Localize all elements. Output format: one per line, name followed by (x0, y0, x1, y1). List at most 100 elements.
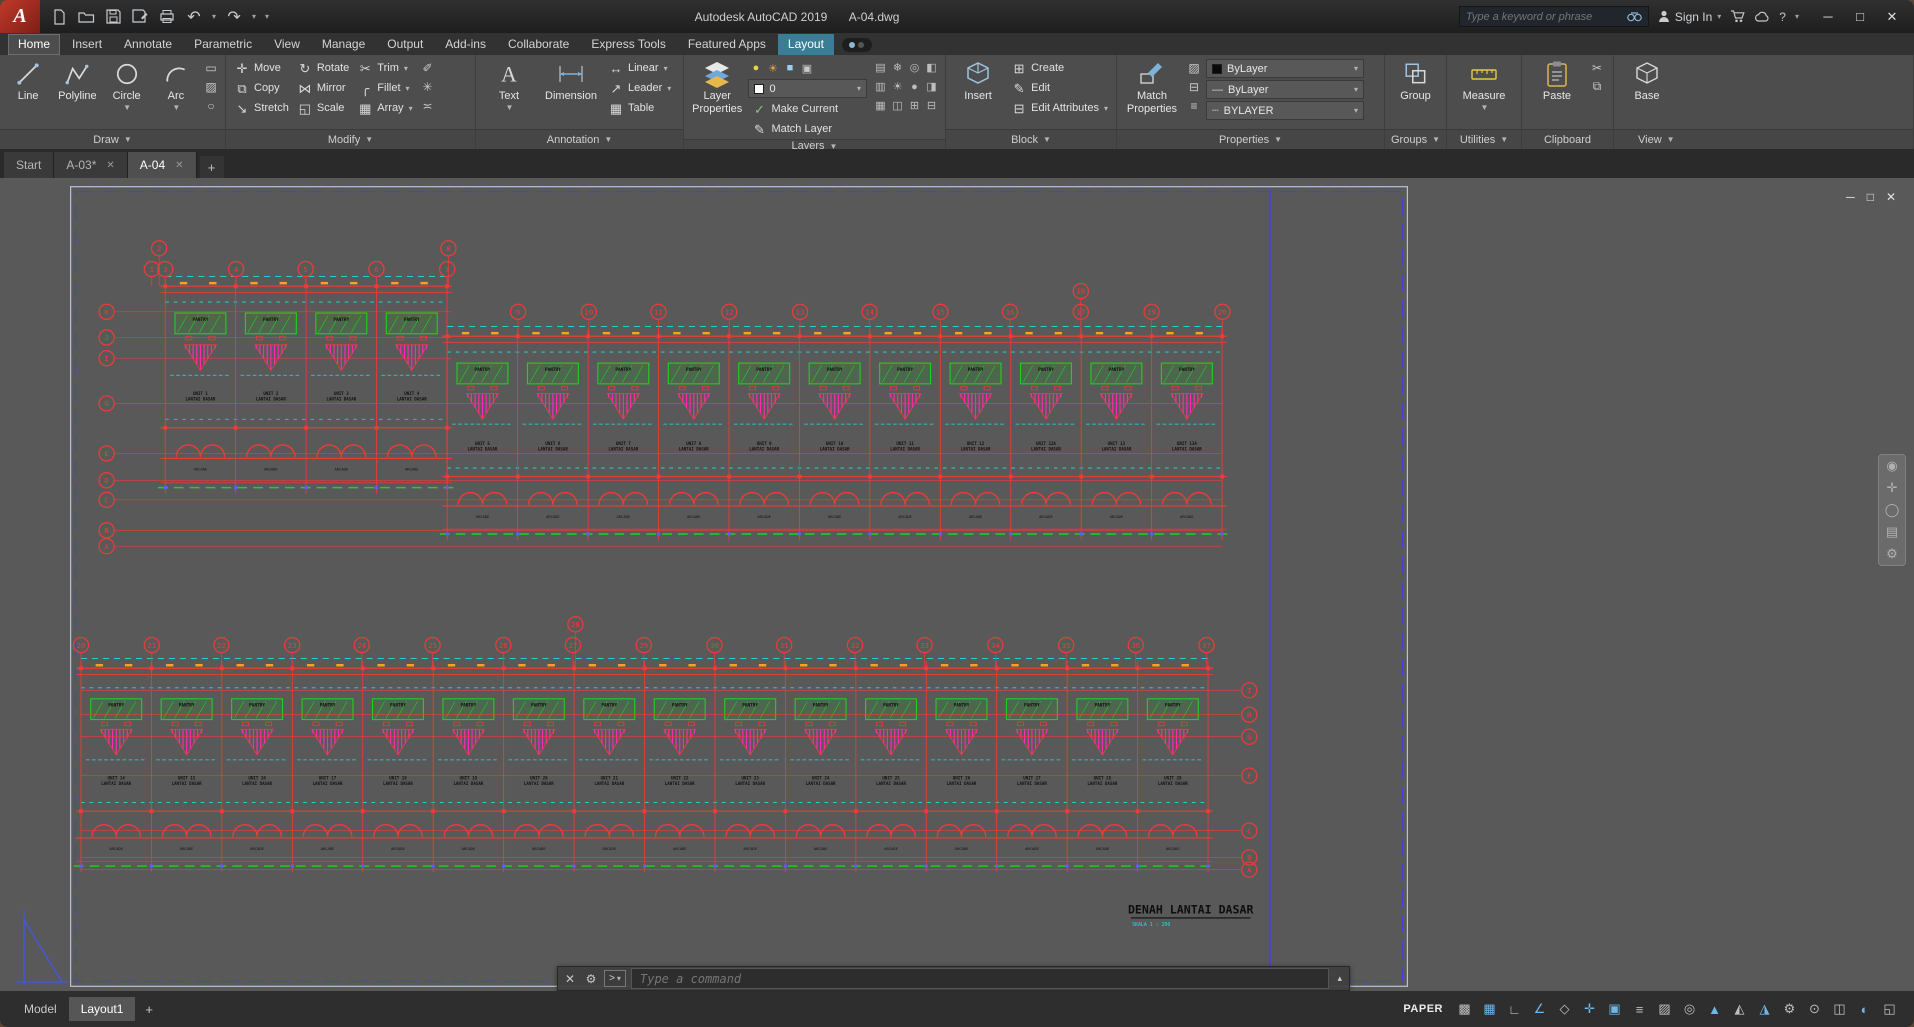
leader-tool[interactable]: ↗Leader▾ (605, 78, 674, 98)
color-dropdown[interactable]: ByLayer ▾ (1206, 59, 1364, 78)
status-polar-tracking-toggle[interactable]: ∠ (1527, 997, 1552, 1021)
ribbon-tab-add-ins[interactable]: Add-ins (435, 34, 496, 55)
list-tool[interactable]: ⊟ (1185, 77, 1203, 96)
orbit-icon[interactable]: ▤ (1886, 524, 1898, 540)
ribbon-tab-featured-apps[interactable]: Featured Apps (678, 34, 776, 55)
file-tab-start[interactable]: Start (4, 152, 54, 178)
ribbon-tab-express-tools[interactable]: Express Tools (581, 34, 675, 55)
steering-wheel-icon[interactable]: ◉ (1886, 458, 1897, 474)
file-tab-a-03[interactable]: A-03*✕ (54, 152, 127, 178)
help-search-input[interactable] (1466, 11, 1621, 23)
match-properties-tool[interactable]: Match Properties (1122, 58, 1182, 115)
panel-caption-modify[interactable]: Modify▼ (226, 129, 475, 149)
command-customize-icon[interactable]: ⚙ (583, 972, 599, 986)
layer-select-dropdown[interactable]: 0 ▾ (748, 79, 867, 98)
undo-dropdown[interactable]: ▾ (208, 12, 220, 21)
layer-lock-tool[interactable]: ◧ (926, 61, 936, 74)
linetype-dropdown[interactable]: ┄ BYLAYER ▾ (1206, 101, 1364, 120)
object-color-tool[interactable]: ▨ (1185, 58, 1203, 77)
open-button[interactable] (73, 5, 99, 29)
circle-tool[interactable]: Circle ▼ (104, 58, 150, 112)
help-search-box[interactable] (1459, 6, 1649, 27)
status-object-snap-tracking-toggle[interactable]: ✛ (1577, 997, 1602, 1021)
drawing-canvas[interactable]: PANTRYUNIT 1LANTAI DASARARCADEPANTRYUNIT… (0, 178, 1914, 991)
status-object-snap-toggle[interactable]: ▣ (1602, 997, 1627, 1021)
move-tool[interactable]: ✛Move (231, 58, 292, 78)
panel-caption-groups[interactable]: Groups▼ (1385, 129, 1446, 149)
new-file-button[interactable] (46, 5, 72, 29)
status-selection-cycling-toggle[interactable]: ◎ (1677, 997, 1702, 1021)
file-tab-close-icon[interactable]: ✕ (175, 160, 183, 171)
layout-paper[interactable]: PANTRYUNIT 1LANTAI DASARARCADEPANTRYUNIT… (70, 186, 1408, 987)
layer-properties-tool[interactable]: Layer Properties (689, 58, 745, 115)
rectangle-tool[interactable]: ▭ (202, 58, 220, 77)
layer-isolate-tool[interactable]: ▤ (875, 61, 885, 74)
cut-tool[interactable]: ✂ (1588, 58, 1606, 77)
help-dropdown[interactable]: ▾ (1795, 12, 1799, 21)
navbar-settings-icon[interactable]: ⚙ (1886, 546, 1898, 562)
ribbon-tab-insert[interactable]: Insert (62, 34, 112, 55)
linear-tool[interactable]: ↔Linear▾ (605, 58, 674, 78)
layout-drawing[interactable]: PANTRYUNIT 1LANTAI DASARARCADEPANTRYUNIT… (70, 186, 1408, 987)
panel-caption-draw[interactable]: Draw▼ (0, 129, 225, 149)
redo-button[interactable]: ↷ (221, 5, 247, 29)
status-isometric-drafting-toggle[interactable]: ◇ (1552, 997, 1577, 1021)
zoom-icon[interactable]: ◯ (1885, 502, 1900, 518)
quick-access-customize-dropdown[interactable]: ▾ (261, 12, 273, 21)
base-tool[interactable]: Base (1619, 58, 1675, 103)
sign-in-dropdown[interactable]: ▾ (1717, 12, 1721, 21)
ellipse-tool[interactable]: ○ (202, 96, 220, 115)
create-block-tool[interactable]: ⊞Create (1008, 58, 1111, 78)
ribbon-tab-manage[interactable]: Manage (312, 34, 375, 55)
layer-unisolate-tool[interactable]: ▥ (875, 80, 885, 93)
copy-tool[interactable]: ⧉Copy (231, 78, 292, 98)
status-clean-screen-toggle[interactable]: ◱ (1877, 997, 1902, 1021)
command-line[interactable]: ✕ ⚙ >▾ ▴ (557, 966, 1350, 991)
help-button[interactable]: ? (1779, 10, 1786, 24)
hatch-tool[interactable]: ▨ (202, 77, 220, 96)
status-ortho-toggle[interactable]: ∟ (1502, 997, 1527, 1021)
status-workspace-switching-toggle[interactable]: ⚙ (1777, 997, 1802, 1021)
panel-caption-utilities[interactable]: Utilities▼ (1447, 129, 1521, 149)
undo-button[interactable]: ↶ (181, 5, 207, 29)
mirror-tool[interactable]: ⋈Mirror (294, 78, 352, 98)
group-tool[interactable]: Group (1390, 58, 1441, 103)
maximize-button[interactable]: □ (1844, 4, 1876, 30)
status-lineweight-toggle[interactable]: ≡ (1627, 997, 1652, 1021)
panel-caption-block[interactable]: Block▼ (946, 129, 1116, 149)
ribbon-tab-output[interactable]: Output (377, 34, 433, 55)
plot-button[interactable] (154, 5, 180, 29)
drawing-minimize-button[interactable]: ─ (1846, 190, 1855, 204)
status-quick-properties-toggle[interactable]: ◫ (1827, 997, 1852, 1021)
drawing-close-button[interactable]: ✕ (1886, 190, 1896, 204)
command-close-icon[interactable]: ✕ (562, 972, 578, 986)
lineweight-dropdown[interactable]: — ByLayer ▾ (1206, 80, 1364, 99)
status-graphics-performance-toggle[interactable]: ◐ (1852, 997, 1877, 1021)
panel-caption-view[interactable]: View▼ (1614, 129, 1913, 149)
layer-freeze-tool[interactable]: ❄ (893, 61, 902, 74)
layer-on-all-tool[interactable]: ● (911, 81, 918, 93)
autocad-logo[interactable]: A (0, 0, 40, 33)
layer-walk-tool[interactable]: ▦ (875, 99, 885, 112)
insert-tool[interactable]: Insert (951, 58, 1005, 103)
layout-tab-model[interactable]: Model (12, 997, 69, 1021)
layer-delete-tool[interactable]: ⊟ (927, 99, 936, 112)
edit-block-tool[interactable]: ✎Edit (1008, 78, 1111, 98)
status-annotation-monitor-toggle[interactable]: ⊙ (1802, 997, 1827, 1021)
polyline-tool[interactable]: Polyline (54, 58, 100, 103)
new-drawing-tab-button[interactable]: + (200, 156, 224, 178)
layer-unlock-tool[interactable]: ◨ (926, 80, 936, 93)
paste-tool[interactable]: Paste (1529, 58, 1585, 103)
layer-thaw-icon[interactable]: ☀ (765, 62, 780, 75)
layer-thaw-all-tool[interactable]: ☀ (893, 80, 903, 93)
table-tool[interactable]: ▦Table (605, 98, 674, 118)
layer-vpfreeze-tool[interactable]: ◫ (892, 99, 902, 112)
scale-tool[interactable]: ◱Scale (294, 98, 352, 118)
command-prompt-icon[interactable]: >▾ (604, 970, 626, 987)
ribbon-tab-layout[interactable]: Layout (778, 34, 834, 55)
ribbon-tab-parametric[interactable]: Parametric (184, 34, 262, 55)
close-button[interactable]: ✕ (1876, 4, 1908, 30)
join-tool[interactable]: ≍ (419, 96, 437, 115)
save-button[interactable] (100, 5, 126, 29)
text-dropdown[interactable]: ▼ (506, 103, 514, 112)
